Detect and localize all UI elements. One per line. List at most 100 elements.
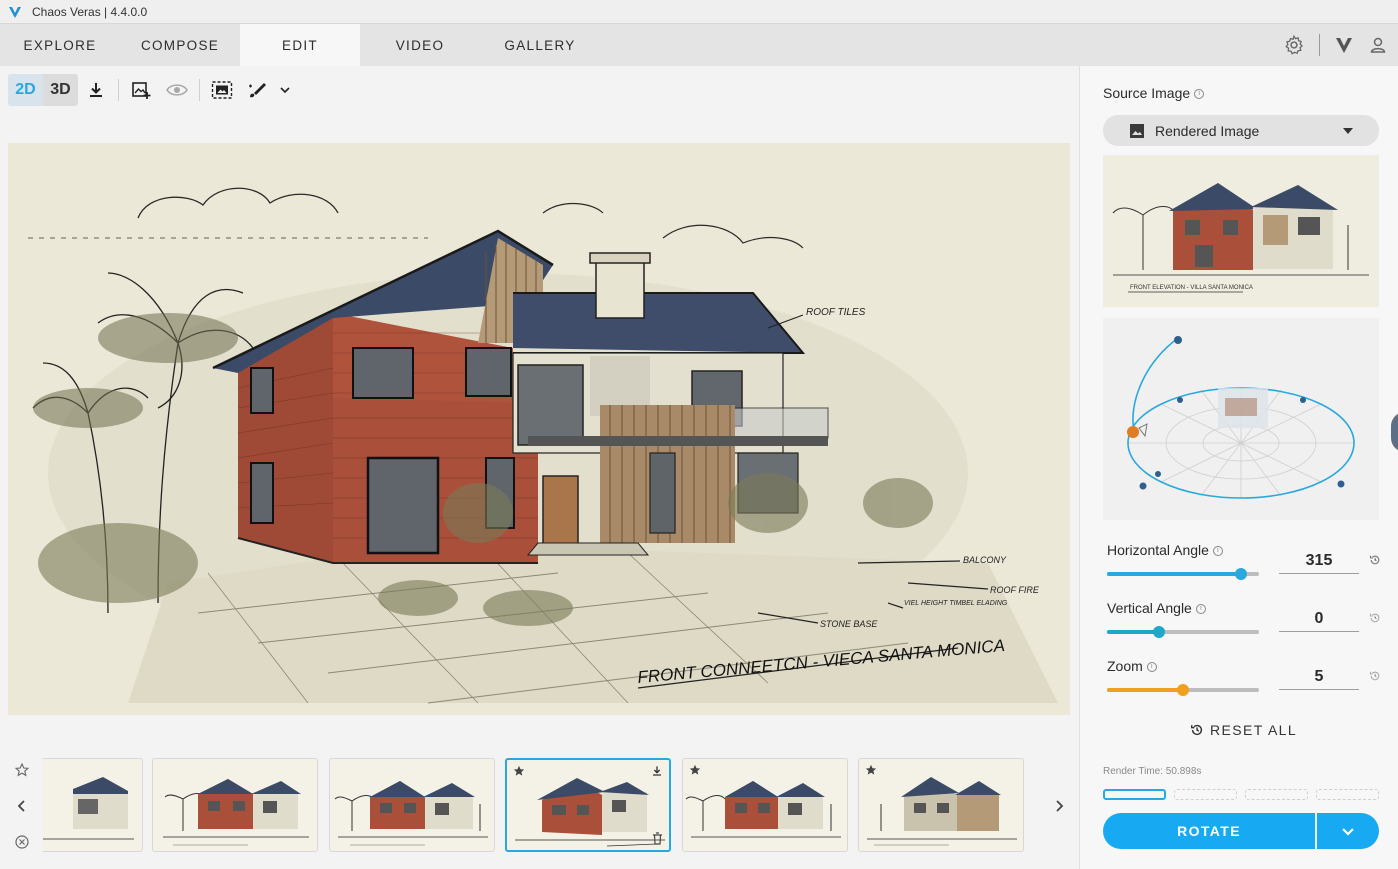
add-image-button[interactable] — [123, 74, 159, 106]
download-icon[interactable] — [651, 765, 663, 777]
rotate-button[interactable]: ROTATE — [1103, 813, 1315, 849]
slider-fill — [1107, 630, 1159, 634]
brush-icon — [249, 83, 266, 98]
render-slot[interactable] — [1174, 789, 1237, 800]
thumbnail-item[interactable] — [43, 758, 143, 852]
brush-button[interactable] — [240, 74, 276, 106]
toolbar-divider — [118, 79, 119, 101]
star-icon[interactable] — [513, 765, 525, 777]
rotate-options-button[interactable] — [1315, 813, 1379, 849]
source-preview-image: FRONT ELEVATION - VILLA SANTA MONICA — [1103, 155, 1379, 307]
horizontal-angle-slider[interactable] — [1107, 568, 1259, 580]
thumbnail-image — [685, 781, 841, 838]
slider-handle[interactable] — [1152, 626, 1165, 638]
info-icon[interactable]: i — [1195, 604, 1206, 614]
thumbnail-item[interactable] — [152, 758, 318, 852]
title-bar: Chaos Veras | 4.4.0.0 — [0, 0, 1398, 24]
star-icon[interactable] — [865, 764, 877, 776]
info-icon[interactable]: i — [1146, 662, 1157, 672]
thumbnail-image — [43, 777, 134, 840]
horizontal-angle-input[interactable]: 315 — [1279, 548, 1359, 574]
source-image-label: Source Image i — [1103, 85, 1205, 101]
tab-explore[interactable]: EXPLORE — [0, 24, 120, 66]
zoom-control: Zoom i 5 — [1107, 658, 1380, 708]
mode-2d-button[interactable]: 2D — [8, 74, 43, 106]
thumbnail-image — [163, 779, 309, 846]
reset-history-icon[interactable] — [1369, 670, 1381, 682]
thumbnail-item[interactable] — [329, 758, 495, 852]
trash-icon[interactable] — [652, 832, 663, 845]
tab-gallery[interactable]: GALLERY — [480, 24, 600, 66]
slider-fill — [1107, 688, 1183, 692]
house-sketch-image: ROOF TILES BALCONY ROOF FIRE STONE BASE … — [8, 143, 1070, 715]
reset-all-button[interactable]: RESET ALL — [1190, 722, 1297, 738]
add-image-icon — [132, 82, 151, 99]
tab-video[interactable]: VIDEO — [360, 24, 480, 66]
vertical-angle-label: Vertical Angle i — [1107, 600, 1206, 616]
render-slot[interactable] — [1245, 789, 1308, 800]
zoom-slider[interactable] — [1107, 684, 1259, 696]
reset-history-icon — [1191, 724, 1203, 736]
brush-options-button[interactable] — [276, 74, 294, 106]
thumbnail-item-selected[interactable] — [505, 758, 671, 852]
thumbnail-strip-controls — [10, 758, 34, 858]
annotation-balcony: BALCONY — [963, 555, 1007, 565]
chevron-left-icon — [17, 800, 25, 812]
annotation-vertical-timber: VIEL HEIGHT TIMBEL ELADING — [904, 600, 1008, 607]
render-slot-active[interactable] — [1103, 789, 1166, 800]
download-icon — [90, 83, 102, 97]
rotate-button-group: ROTATE — [1103, 813, 1379, 849]
veras-logo-icon[interactable] — [1334, 35, 1354, 55]
tab-edit[interactable]: EDIT — [240, 24, 360, 66]
edit-toolbar: 2D 3D — [8, 74, 294, 106]
slider-handle[interactable] — [1177, 684, 1189, 696]
preview-caption: FRONT ELEVATION - VILLA SANTA MONICA — [1130, 285, 1253, 291]
clear-thumbnails-button[interactable] — [10, 830, 34, 854]
info-icon[interactable]: i — [1212, 546, 1223, 556]
horizontal-angle-label: Horizontal Angle i — [1107, 542, 1223, 558]
reset-history-icon[interactable] — [1369, 554, 1381, 566]
thumbnail-item[interactable] — [858, 758, 1024, 852]
render-time-label: Render Time: 50.898s — [1103, 766, 1202, 777]
slider-handle[interactable] — [1234, 568, 1247, 580]
vertical-angle-control: Vertical Angle i 0 — [1107, 600, 1380, 650]
source-image-dropdown[interactable]: Rendered Image — [1103, 115, 1379, 146]
render-slot[interactable] — [1316, 789, 1379, 800]
thumbnails-next-button[interactable] — [1050, 795, 1068, 817]
window-title: Chaos Veras | 4.4.0.0 — [32, 4, 148, 19]
favorite-filter-button[interactable] — [10, 758, 34, 782]
crop-image-icon — [211, 81, 233, 99]
thumbnail-image — [867, 777, 1017, 846]
chevron-down-icon — [1342, 827, 1354, 836]
render-slots — [1103, 789, 1379, 800]
gear-icon[interactable] — [1283, 34, 1305, 56]
rotate-settings-panel: Source Image i Rendered Image FRONT ELEVA… — [1079, 66, 1398, 869]
download-button[interactable] — [78, 74, 114, 106]
reset-history-icon[interactable] — [1369, 612, 1381, 624]
eye-icon — [166, 84, 188, 96]
user-icon[interactable] — [1368, 35, 1388, 55]
veras-logo-icon — [9, 6, 21, 18]
main-nav: EXPLORE COMPOSE EDIT VIDEO GALLERY — [0, 24, 1398, 66]
thumbnail-strip — [43, 757, 1043, 853]
vertical-angle-slider[interactable] — [1107, 626, 1259, 638]
source-image-preview: FRONT ELEVATION - VILLA SANTA MONICA — [1103, 155, 1379, 307]
mode-3d-button[interactable]: 3D — [43, 74, 78, 106]
crop-image-button[interactable] — [204, 74, 240, 106]
thumbnails-prev-button[interactable] — [10, 794, 34, 818]
thumbnail-item[interactable] — [682, 758, 848, 852]
annotation-roof-tiles: ROOF TILES — [806, 307, 866, 318]
toggle-visibility-button[interactable] — [159, 74, 195, 106]
vertical-angle-input[interactable]: 0 — [1279, 606, 1359, 632]
orbit-diagram — [1127, 336, 1355, 499]
thumbnail-image — [334, 781, 488, 846]
info-icon[interactable]: i — [1194, 89, 1205, 99]
star-icon[interactable] — [689, 764, 701, 776]
zoom-input[interactable]: 5 — [1279, 664, 1359, 690]
tab-compose[interactable]: COMPOSE — [120, 24, 240, 66]
main-image-canvas[interactable]: ROOF TILES BALCONY ROOF FIRE STONE BASE … — [8, 143, 1070, 715]
nav-actions — [1283, 24, 1398, 66]
camera-orbit-control[interactable] — [1103, 318, 1379, 520]
view-mode-toggle: 2D 3D — [8, 74, 78, 106]
source-image-value: Rendered Image — [1155, 122, 1260, 139]
